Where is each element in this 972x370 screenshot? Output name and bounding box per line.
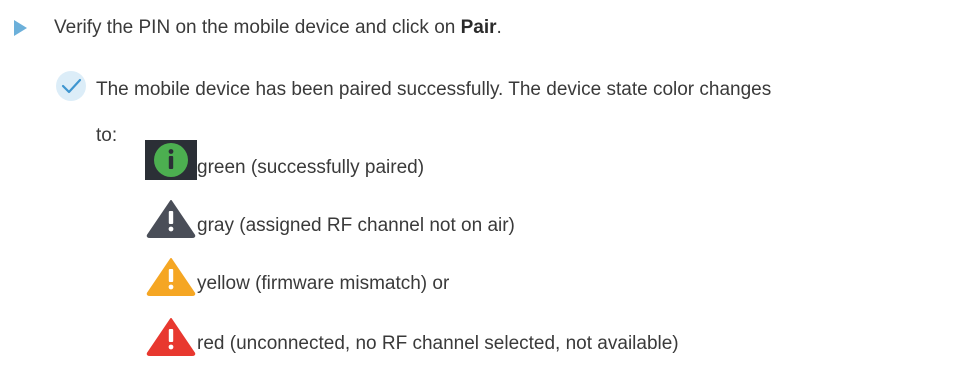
state-label-yellow: yellow (firmware mismatch) or — [197, 273, 450, 294]
checkmark-icon — [56, 71, 86, 101]
state-label-gray: gray (assigned RF channel not on air) — [197, 215, 515, 236]
warning-yellow-icon — [145, 256, 197, 296]
pair-keyword: Pair — [460, 17, 497, 38]
step-text-part: Verify the PIN on the mobile device and … — [54, 17, 461, 38]
instruction-step: Verify the PIN on the mobile device and … — [14, 13, 502, 43]
result-line-1: The mobile device has been paired succes… — [96, 79, 772, 100]
warning-red-icon — [145, 316, 197, 356]
step-text: Verify the PIN on the mobile device and … — [54, 13, 502, 43]
info-green-icon — [145, 140, 197, 180]
state-label-green: green (successfully paired) — [197, 157, 425, 178]
step-text-end: . — [496, 17, 502, 38]
step-arrow-icon — [14, 20, 27, 36]
warning-gray-icon — [145, 198, 197, 238]
state-item-gray: gray (assigned RF channel not on air) — [145, 198, 515, 238]
state-item-green: green (successfully paired) — [145, 140, 424, 180]
state-item-yellow: yellow (firmware mismatch) or — [145, 256, 449, 296]
state-label-red: red (unconnected, no RF channel selected… — [197, 333, 679, 354]
state-item-red: red (unconnected, no RF channel selected… — [145, 316, 679, 356]
